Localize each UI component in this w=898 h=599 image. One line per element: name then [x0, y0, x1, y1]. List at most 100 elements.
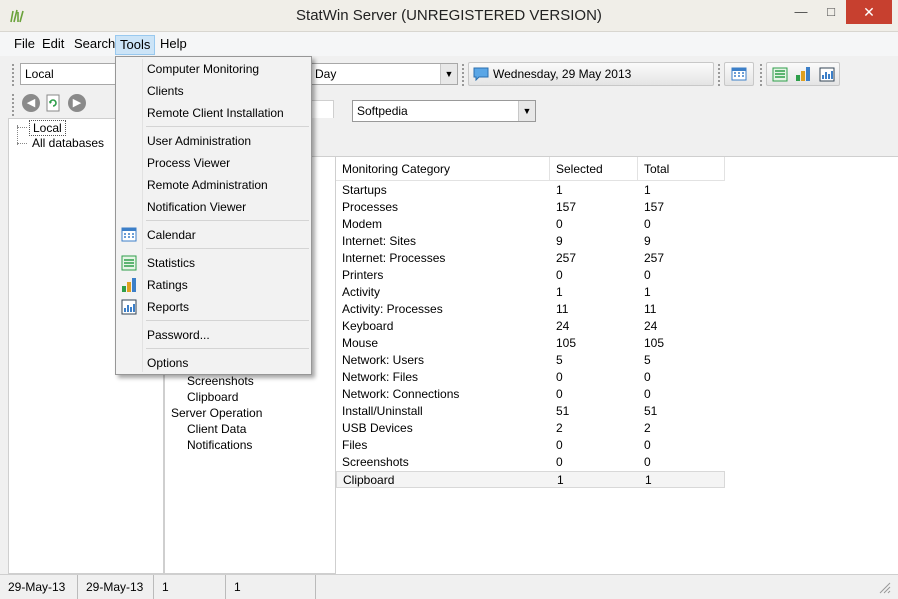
table-row[interactable]: Mouse 105 105	[336, 335, 725, 352]
calendar-icon	[121, 227, 137, 242]
menu-help[interactable]: Help	[156, 35, 191, 55]
tools-menu-remote-administration[interactable]: Remote Administration	[116, 174, 311, 196]
back-icon[interactable]: ◀	[22, 94, 40, 112]
table-row[interactable]: Network: Connections 0 0	[336, 386, 725, 403]
cell-category: Install/Uninstall	[342, 404, 423, 418]
period-combo[interactable]: Day ▼	[310, 63, 458, 85]
category-item[interactable]: Screenshots	[187, 374, 254, 388]
table-row[interactable]: Processes 157 157	[336, 199, 725, 216]
cell-total: 0	[644, 438, 651, 452]
cell-total: 9	[644, 234, 651, 248]
maximize-button[interactable]: □	[816, 0, 846, 24]
cell-category: Activity	[342, 285, 381, 299]
table-row[interactable]: Clipboard 1 1	[336, 471, 725, 488]
toolbar-grip[interactable]	[12, 94, 16, 116]
calendar-button[interactable]	[724, 62, 754, 86]
tools-menu-remote-client-installation[interactable]: Remote Client Installation	[116, 102, 311, 124]
table-row[interactable]: Modem 0 0	[336, 216, 725, 233]
cell-category: Network: Connections	[342, 387, 460, 401]
chevron-down-icon[interactable]: ▼	[440, 64, 457, 84]
menu-item-label: User Administration	[147, 134, 252, 148]
ratings-icon[interactable]	[795, 66, 811, 82]
menu-file[interactable]: File	[10, 35, 39, 55]
status-date-to: 29-May-13	[78, 575, 154, 599]
menu-tools[interactable]: Tools	[115, 35, 156, 55]
filter-combo[interactable]: Softpedia ▼	[352, 100, 536, 122]
status-count-a: 1	[154, 575, 226, 599]
cell-selected: 51	[556, 404, 570, 418]
category-group[interactable]: Server Operation	[171, 406, 262, 420]
toolbar-grip[interactable]	[12, 64, 16, 86]
menu-search[interactable]: Search	[70, 35, 119, 55]
table-row[interactable]: Printers 0 0	[336, 267, 725, 284]
chevron-down-icon[interactable]: ▼	[518, 101, 535, 121]
tools-menu-ratings[interactable]: Ratings	[116, 274, 311, 296]
forward-icon[interactable]: ▶	[68, 94, 86, 112]
column-header-category[interactable]: Monitoring Category	[336, 157, 550, 181]
tools-menu-notification-viewer[interactable]: Notification Viewer	[116, 196, 311, 218]
column-header-total[interactable]: Total	[638, 157, 725, 181]
cell-category: Network: Users	[342, 353, 425, 367]
date-button[interactable]: Wednesday, 29 May 2013	[468, 62, 714, 86]
minimize-button[interactable]: —	[786, 0, 816, 24]
tools-menu-clients[interactable]: Clients	[116, 80, 311, 102]
tools-menu-password[interactable]: Password...	[116, 324, 311, 346]
menu-item-label: Ratings	[147, 278, 188, 292]
tree-item-all-databases[interactable]: All databases	[32, 136, 104, 150]
category-item[interactable]: Clipboard	[187, 390, 238, 404]
menu-bar: File Edit Search Tools Help	[0, 32, 898, 56]
tools-menu-calendar[interactable]: Calendar	[116, 224, 311, 246]
table-row[interactable]: Internet: Sites 9 9	[336, 233, 725, 250]
table-row[interactable]: USB Devices 2 2	[336, 420, 725, 437]
cell-category: Files	[342, 438, 368, 452]
menu-item-label: Statistics	[147, 256, 196, 270]
tools-menu-process-viewer[interactable]: Process Viewer	[116, 152, 311, 174]
cell-selected: 0	[556, 438, 563, 452]
resize-grip-icon[interactable]	[878, 581, 892, 595]
toolbar-grip[interactable]	[760, 64, 764, 86]
cell-category: Keyboard	[342, 319, 394, 333]
menu-edit[interactable]: Edit	[38, 35, 68, 55]
monitoring-table: Monitoring Category Selected Total Start…	[336, 156, 898, 574]
cell-selected: 0	[556, 370, 563, 384]
table-row[interactable]: Activity: Processes 11 11	[336, 301, 725, 318]
menu-separator	[146, 248, 309, 249]
cell-total: 257	[644, 251, 665, 265]
toolbar-grip[interactable]	[718, 64, 722, 86]
close-button[interactable]: ✕	[846, 0, 892, 24]
category-item[interactable]: Client Data	[187, 422, 246, 436]
refresh-icon[interactable]	[45, 94, 61, 112]
table-row[interactable]: Startups 1 1	[336, 182, 725, 199]
table-row[interactable]: Install/Uninstall 51 51	[336, 403, 725, 420]
tools-menu-user-administration[interactable]: User Administration	[116, 130, 311, 152]
toolbar-grip[interactable]	[462, 64, 466, 86]
menu-separator	[146, 320, 309, 321]
tools-menu-computer-monitoring[interactable]: Computer Monitoring	[116, 58, 311, 80]
table-row[interactable]: Internet: Processes 257 257	[336, 250, 725, 267]
cell-total: 1	[644, 183, 651, 197]
title-bar: StatWin Server (UNREGISTERED VERSION) — …	[0, 0, 898, 32]
reports-icon[interactable]	[819, 67, 835, 82]
category-item[interactable]: Notifications	[187, 438, 252, 452]
cell-total: 5	[644, 353, 651, 367]
menu-separator	[146, 220, 309, 221]
tree-item-local[interactable]: Local	[29, 120, 66, 136]
statistics-icon	[121, 255, 137, 271]
tools-menu-statistics[interactable]: Statistics	[116, 252, 311, 274]
table-row[interactable]: Network: Users 5 5	[336, 352, 725, 369]
table-row[interactable]: Network: Files 0 0	[336, 369, 725, 386]
table-row[interactable]: Screenshots 0 0	[336, 454, 725, 471]
cell-category: Internet: Sites	[342, 234, 417, 248]
cell-selected: 2	[556, 421, 563, 435]
cell-selected: 157	[556, 200, 577, 214]
table-row[interactable]: Activity 1 1	[336, 284, 725, 301]
tools-menu-options[interactable]: Options	[116, 352, 311, 374]
cell-category: Mouse	[342, 336, 379, 350]
calendar-icon	[731, 67, 747, 81]
statistics-icon[interactable]	[772, 67, 788, 82]
column-header-selected[interactable]: Selected	[550, 157, 638, 181]
table-row[interactable]: Files 0 0	[336, 437, 725, 454]
tools-menu-reports[interactable]: Reports	[116, 296, 311, 318]
table-row[interactable]: Keyboard 24 24	[336, 318, 725, 335]
menu-item-label: Options	[147, 356, 189, 370]
